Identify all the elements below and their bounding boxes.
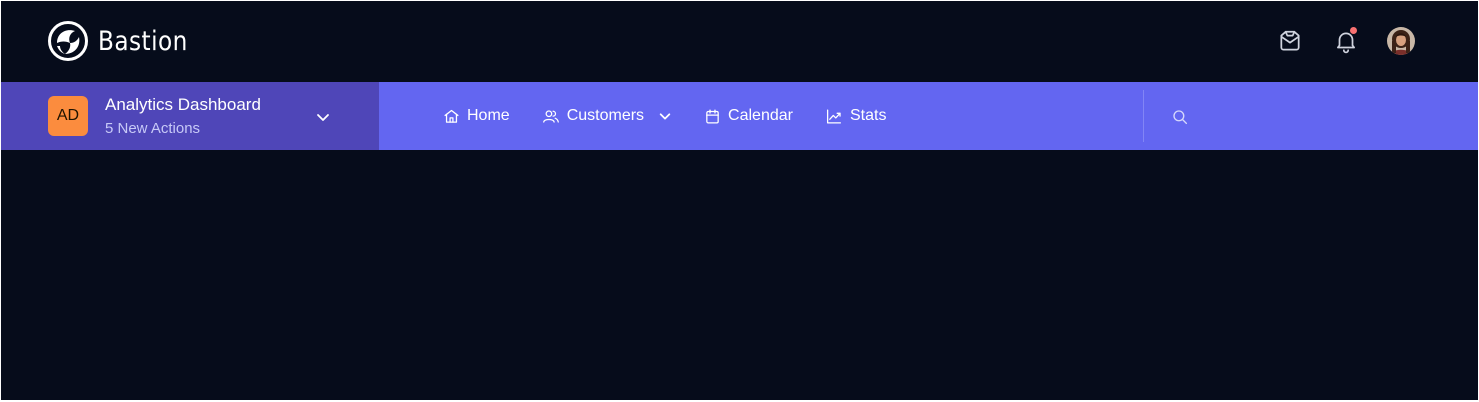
brand-logo-icon xyxy=(48,21,88,61)
main-nav: Home Customers Calendar Stats xyxy=(443,82,918,150)
nav-bar: AD Analytics Dashboard 5 New Actions Hom… xyxy=(1,82,1478,150)
user-avatar[interactable] xyxy=(1387,27,1415,55)
nav-item-home[interactable]: Home xyxy=(443,107,510,125)
nav-item-calendar[interactable]: Calendar xyxy=(704,107,793,125)
search-button[interactable] xyxy=(1169,106,1191,128)
notification-dot xyxy=(1350,27,1357,34)
workspace-title: Analytics Dashboard xyxy=(105,95,261,114)
calendar-icon xyxy=(706,108,719,124)
nav-item-label: Calendar xyxy=(728,107,793,124)
inbox-button[interactable] xyxy=(1275,26,1305,56)
app-frame: Bastion AD Analytics Dashboard 5 New Act… xyxy=(1,1,1478,400)
nav-item-stats[interactable]: Stats xyxy=(825,107,886,125)
chevron-down-icon xyxy=(659,113,671,120)
search-icon xyxy=(1173,110,1188,125)
nav-item-label: Home xyxy=(467,107,510,124)
nav-item-label: Stats xyxy=(849,107,887,124)
notifications-button[interactable] xyxy=(1331,26,1361,56)
workspace-switcher[interactable]: AD Analytics Dashboard 5 New Actions xyxy=(1,82,379,150)
home-icon xyxy=(444,109,459,123)
users-icon xyxy=(542,109,559,123)
workspace-badge: AD xyxy=(48,96,88,136)
brand[interactable]: Bastion xyxy=(48,21,202,61)
chevron-down-icon xyxy=(317,114,329,121)
nav-divider xyxy=(1143,90,1144,142)
main-content xyxy=(1,150,1478,400)
chart-line-icon xyxy=(826,108,841,124)
avatar-image xyxy=(1387,27,1415,55)
top-actions xyxy=(1275,26,1415,56)
top-bar: Bastion xyxy=(1,1,1478,82)
nav-item-customers[interactable]: Customers xyxy=(542,107,672,125)
nav-item-label: Customers xyxy=(566,107,645,124)
app-name: Bastion xyxy=(98,25,188,57)
inbox-icon xyxy=(1280,30,1300,51)
workspace-subtitle: 5 New Actions xyxy=(105,120,201,137)
